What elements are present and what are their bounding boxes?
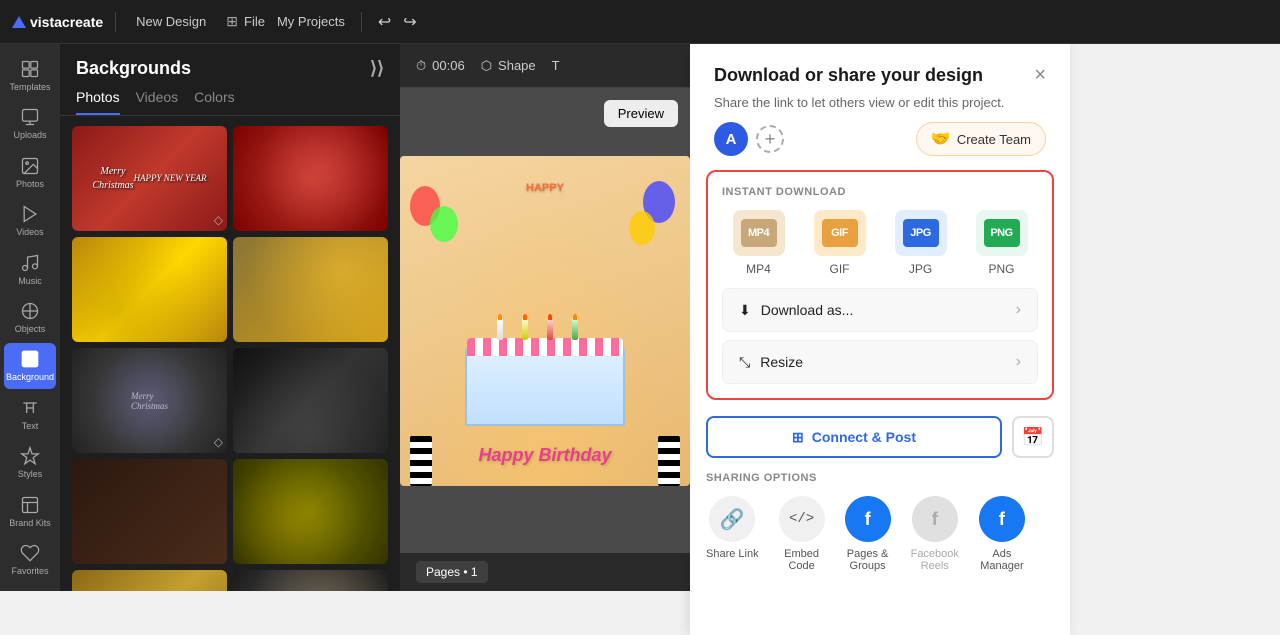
format-png[interactable]: PNG PNG xyxy=(965,210,1038,276)
facebook-reels-icon: f xyxy=(912,496,958,542)
sidebar-item-objects[interactable]: Objects xyxy=(4,294,56,340)
panel-collapse-button[interactable]: ⟩⟩ xyxy=(370,58,384,79)
list-item[interactable] xyxy=(72,570,227,591)
avatar: A xyxy=(714,122,748,156)
ads-manager-label: AdsManager xyxy=(980,548,1023,572)
download-as-button[interactable]: ⬇ Download as... › xyxy=(722,288,1038,332)
shape-tool[interactable]: ⬡Shape xyxy=(481,58,536,74)
create-team-button[interactable]: 🤝 Create Team xyxy=(916,122,1046,156)
sidebar-item-styles[interactable]: Styles xyxy=(4,440,56,486)
list-item[interactable] xyxy=(233,459,388,564)
format-gif[interactable]: GIF GIF xyxy=(803,210,876,276)
tab-photos[interactable]: Photos xyxy=(76,89,120,115)
close-button[interactable]: × xyxy=(1034,64,1046,87)
facebook-pages-icon: f xyxy=(845,496,891,542)
sidebar-item-videos[interactable]: Videos xyxy=(4,197,56,243)
pages-groups-label: Pages &Groups xyxy=(847,548,889,572)
logo: vistacreate xyxy=(12,14,103,30)
format-mp4[interactable]: MP4 MP4 xyxy=(722,210,795,276)
sidebar-item-text[interactable]: Text xyxy=(4,391,56,437)
share-link-label: Share Link xyxy=(706,548,759,560)
design-canvas: HAPPY xyxy=(400,156,690,486)
tab-colors[interactable]: Colors xyxy=(194,89,234,115)
canvas-toolbar: ⏱00:06 ⬡Shape T xyxy=(400,44,690,88)
panel-title: Download or share your design xyxy=(714,65,983,86)
download-icon: ⬇ xyxy=(739,302,751,319)
list-item[interactable] xyxy=(72,237,227,342)
link-icon: 🔗 xyxy=(709,496,755,542)
list-item[interactable] xyxy=(233,126,388,231)
list-item[interactable] xyxy=(233,237,388,342)
canvas-bottom: Pages • 1 xyxy=(400,553,690,591)
ads-manager-icon: f xyxy=(979,496,1025,542)
add-member-button[interactable]: + xyxy=(756,125,784,153)
chevron-right-icon: › xyxy=(1016,353,1021,371)
canvas-main: Preview HAPPY xyxy=(400,88,690,553)
timer-display: ⏱00:06 xyxy=(416,58,465,74)
chevron-right-icon: › xyxy=(1016,301,1021,319)
sharing-options-label: SHARING OPTIONS xyxy=(706,472,1054,484)
sidebar-item-music[interactable]: Music xyxy=(4,246,56,292)
format-label: MP4 xyxy=(746,262,771,276)
new-design-button[interactable]: New Design xyxy=(128,10,214,33)
connect-icon: ⊞ xyxy=(792,429,804,446)
instant-download-section: INSTANT DOWNLOAD MP4 MP4 GIF GIF JPG xyxy=(706,170,1054,400)
panel-subtitle: Share the link to let others view or edi… xyxy=(690,95,1070,122)
sidebar-item-photos[interactable]: Photos xyxy=(4,149,56,195)
format-jpg[interactable]: JPG JPG xyxy=(884,210,957,276)
team-icon: 🤝 xyxy=(931,129,951,149)
text-tool[interactable]: T xyxy=(552,58,560,73)
list-item[interactable]: MerryChristmas ◇ xyxy=(72,348,227,453)
resize-button[interactable]: ⤡ Resize › xyxy=(722,340,1038,384)
premium-icon: ◇ xyxy=(214,435,223,449)
redo-button[interactable]: ↪ xyxy=(403,12,416,32)
sidebar: Templates Uploads Photos Videos Music Ob… xyxy=(0,44,60,591)
format-label: JPG xyxy=(909,262,932,276)
sidebar-item-templates[interactable]: Templates xyxy=(4,52,56,98)
connect-post-button[interactable]: ⊞ Connect & Post xyxy=(706,416,1002,458)
tab-videos[interactable]: Videos xyxy=(136,89,179,115)
facebook-reels-button[interactable]: f FacebookReels xyxy=(911,496,959,572)
preview-button[interactable]: Preview xyxy=(604,100,678,127)
list-item[interactable] xyxy=(233,348,388,453)
list-item[interactable] xyxy=(72,459,227,564)
pages-groups-button[interactable]: f Pages &Groups xyxy=(845,496,891,572)
my-projects-button[interactable]: My Projects xyxy=(277,14,345,29)
share-panel: Download or share your design × Share th… xyxy=(690,44,1070,635)
embed-code-label: EmbedCode xyxy=(784,548,819,572)
panel-title: Backgrounds xyxy=(76,58,191,79)
sidebar-item-uploads[interactable]: Uploads xyxy=(4,100,56,146)
instant-download-label: INSTANT DOWNLOAD xyxy=(722,186,1038,198)
premium-icon: ◇ xyxy=(214,213,223,227)
canvas-area: ⏱00:06 ⬡Shape T Preview HAPPY xyxy=(400,44,690,591)
sidebar-item-brand-kits[interactable]: Brand Kits xyxy=(4,488,56,534)
sidebar-item-favorites[interactable]: Favorites xyxy=(4,537,56,583)
pages-button[interactable]: Pages • 1 xyxy=(416,561,488,583)
resize-icon: ⤡ xyxy=(739,354,750,371)
code-icon: </> xyxy=(779,496,825,542)
sidebar-item-background[interactable]: Background xyxy=(4,343,56,389)
list-item[interactable]: MerryChristmasHAPPY NEW YEAR ◇ xyxy=(72,126,227,231)
format-label: PNG xyxy=(988,262,1014,276)
undo-button[interactable]: ↩ xyxy=(378,12,391,32)
format-label: GIF xyxy=(830,262,850,276)
list-item[interactable] xyxy=(233,570,388,591)
backgrounds-panel: Backgrounds ⟩⟩ Photos Videos Colors Merr… xyxy=(60,44,400,591)
share-link-button[interactable]: 🔗 Share Link xyxy=(706,496,759,560)
calendar-button[interactable]: 📅 xyxy=(1012,416,1054,458)
ads-manager-button[interactable]: f AdsManager xyxy=(979,496,1025,572)
embed-code-button[interactable]: </> EmbedCode xyxy=(779,496,825,572)
file-button[interactable]: File xyxy=(244,14,265,29)
facebook-reels-label: FacebookReels xyxy=(911,548,959,572)
